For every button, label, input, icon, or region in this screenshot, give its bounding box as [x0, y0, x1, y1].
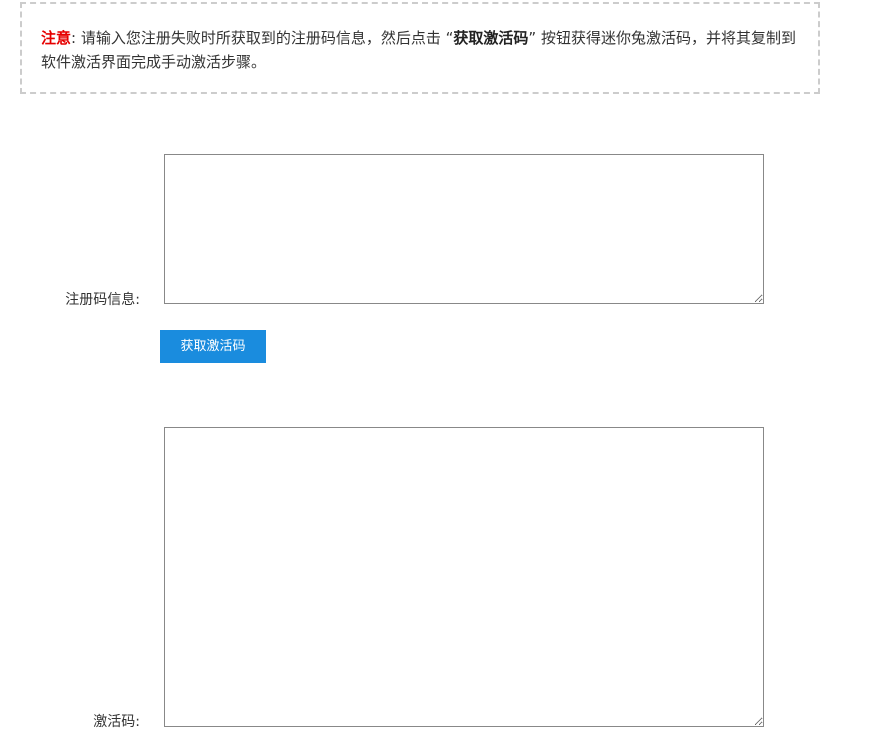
- notice-text: 注意: 请输入您注册失败时所获取到的注册码信息，然后点击 “获取激活码” 按钮获…: [41, 26, 807, 74]
- notice-label: 注意: [41, 29, 72, 47]
- notice-box: 注意: 请输入您注册失败时所获取到的注册码信息，然后点击 “获取激活码” 按钮获…: [20, 2, 820, 94]
- notice-button-name: 获取激活码: [453, 29, 529, 47]
- activation-code-textarea[interactable]: [164, 427, 764, 727]
- notice-text-before: : 请输入您注册失败时所获取到的注册码信息，然后点击 “: [71, 29, 454, 47]
- activation-code-label: 激活码:: [93, 714, 140, 730]
- registration-code-label: 注册码信息:: [65, 292, 140, 308]
- get-activation-code-button[interactable]: 获取激活码: [160, 330, 266, 363]
- registration-code-textarea[interactable]: [164, 154, 764, 304]
